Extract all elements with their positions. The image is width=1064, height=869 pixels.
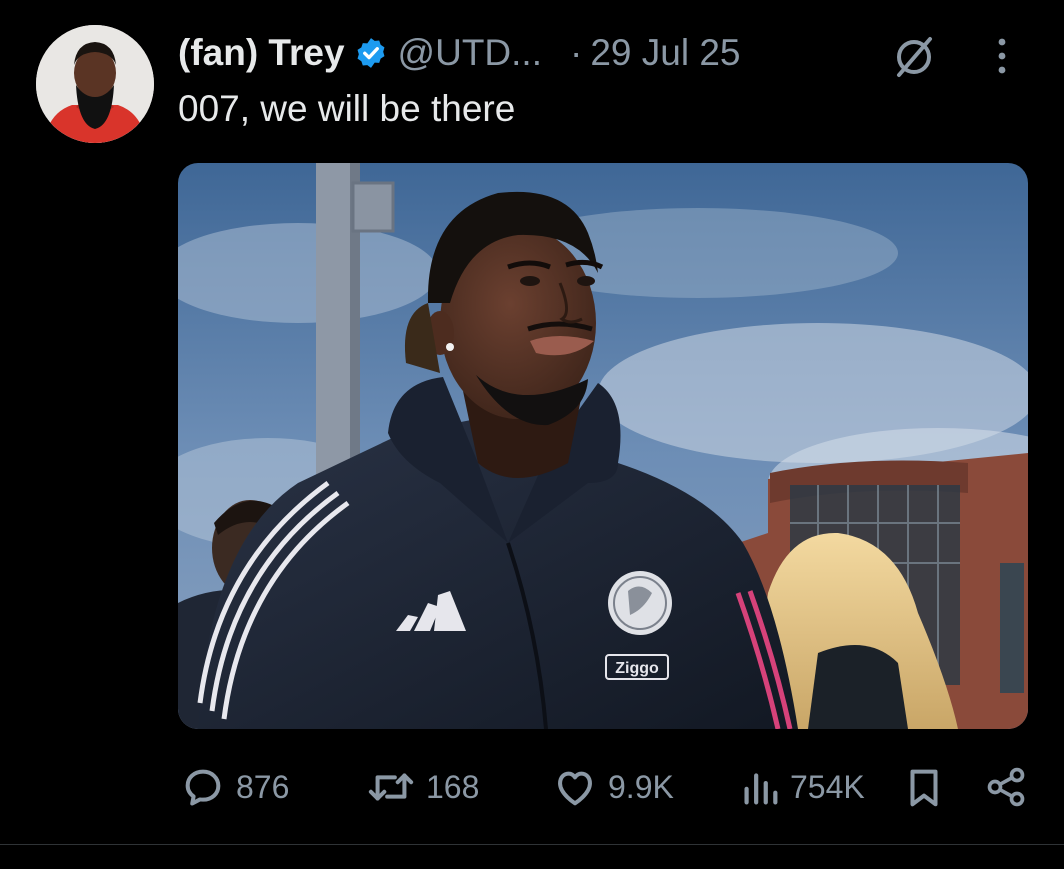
like-button[interactable]: 9.9K [552,755,674,819]
display-name[interactable]: (fan) Trey [178,32,345,74]
reply-count: 876 [236,768,290,805]
action-bar: 876 168 9.9K 754K [0,755,1064,819]
reply-icon [185,769,221,806]
views-count: 754K [790,768,865,805]
post-date[interactable]: 29 Jul 25 [590,32,740,74]
like-count: 9.9K [608,768,674,805]
views-button[interactable]: 754K [740,755,865,819]
bookmark-icon [910,769,938,807]
views-icon [744,773,778,805]
sponsor-logo-text: Ziggo [615,660,659,677]
repost-button[interactable]: 168 [366,755,479,819]
avatar[interactable] [36,25,154,143]
post-text: 007, we will be there [178,88,516,129]
player-photo: Ziggo [178,163,1028,729]
bookmark-button[interactable] [904,755,944,819]
verified-badge-icon [357,38,385,68]
share-icon [987,767,1025,807]
more-options-icon[interactable] [994,36,1010,76]
post-media[interactable]: Ziggo [178,163,1028,729]
grok-icon[interactable] [890,33,938,81]
reply-button[interactable]: 876 [180,755,289,819]
divider [0,844,1064,845]
separator-dot: · [570,32,583,73]
post-header: (fan) Trey @UTD... · 29 Jul 25 [178,30,741,76]
avatar-photo [36,25,154,143]
like-icon [558,771,592,806]
repost-icon [368,773,414,801]
share-button[interactable] [984,755,1028,819]
user-handle[interactable]: @UTD... [398,32,542,74]
repost-count: 168 [426,768,480,805]
